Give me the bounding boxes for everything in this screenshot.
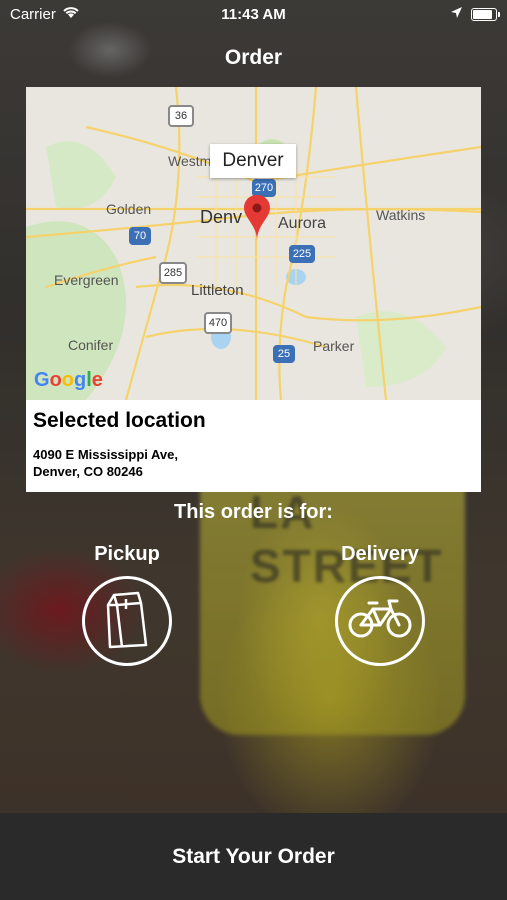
battery-icon [471, 7, 500, 21]
location-card: Westm Golden Denv Aurora Watkins Evergre… [26, 87, 481, 492]
delivery-option[interactable]: Delivery [320, 543, 440, 666]
address-line-2: Denver, CO 80246 [33, 464, 143, 479]
delivery-button[interactable] [335, 576, 425, 666]
map-tooltip: Denver [210, 144, 296, 178]
map-label-golden: Golden [106, 201, 152, 217]
order-type-prompt: This order is for: [174, 501, 333, 523]
pickup-button[interactable] [82, 576, 172, 666]
map-label-parker: Parker [313, 338, 355, 354]
pickup-option[interactable]: Pickup [67, 543, 187, 666]
highway-shield-25: 25 [273, 345, 295, 363]
page-title: Order [224, 46, 283, 69]
map[interactable]: Westm Golden Denv Aurora Watkins Evergre… [26, 87, 481, 400]
map-label-westminster: Westm [168, 153, 212, 169]
bicycle-icon [347, 597, 413, 646]
map-label-evergreen: Evergreen [54, 272, 119, 288]
map-label-watkins: Watkins [376, 207, 426, 223]
status-bar: Carrier 11:43 AM [0, 0, 507, 28]
selected-location-title: Selected location [33, 409, 206, 432]
map-pin-icon[interactable] [244, 195, 270, 241]
address-line-1: 4090 E Mississippi Ave, [33, 447, 178, 462]
location-address: 4090 E Mississippi Ave, Denver, CO 80246 [33, 446, 178, 480]
highway-shield-470: 470 [204, 312, 232, 334]
google-logo: Google [34, 369, 103, 391]
highway-shield-225: 225 [289, 245, 315, 263]
pickup-label: Pickup [94, 543, 160, 565]
map-label-denver: Denv [200, 207, 243, 227]
highway-shield-70: 70 [129, 227, 151, 245]
paper-bag-icon [104, 589, 150, 654]
map-label-aurora: Aurora [278, 215, 327, 232]
clock: 11:43 AM [221, 5, 286, 23]
highway-shield-285: 285 [159, 262, 187, 284]
delivery-label: Delivery [341, 543, 419, 565]
map-label-conifer: Conifer [68, 337, 114, 353]
start-order-button[interactable]: Start Your Order [0, 813, 507, 900]
map-label-littleton: Littleton [191, 282, 244, 299]
highway-shield-36: 36 [168, 105, 194, 127]
